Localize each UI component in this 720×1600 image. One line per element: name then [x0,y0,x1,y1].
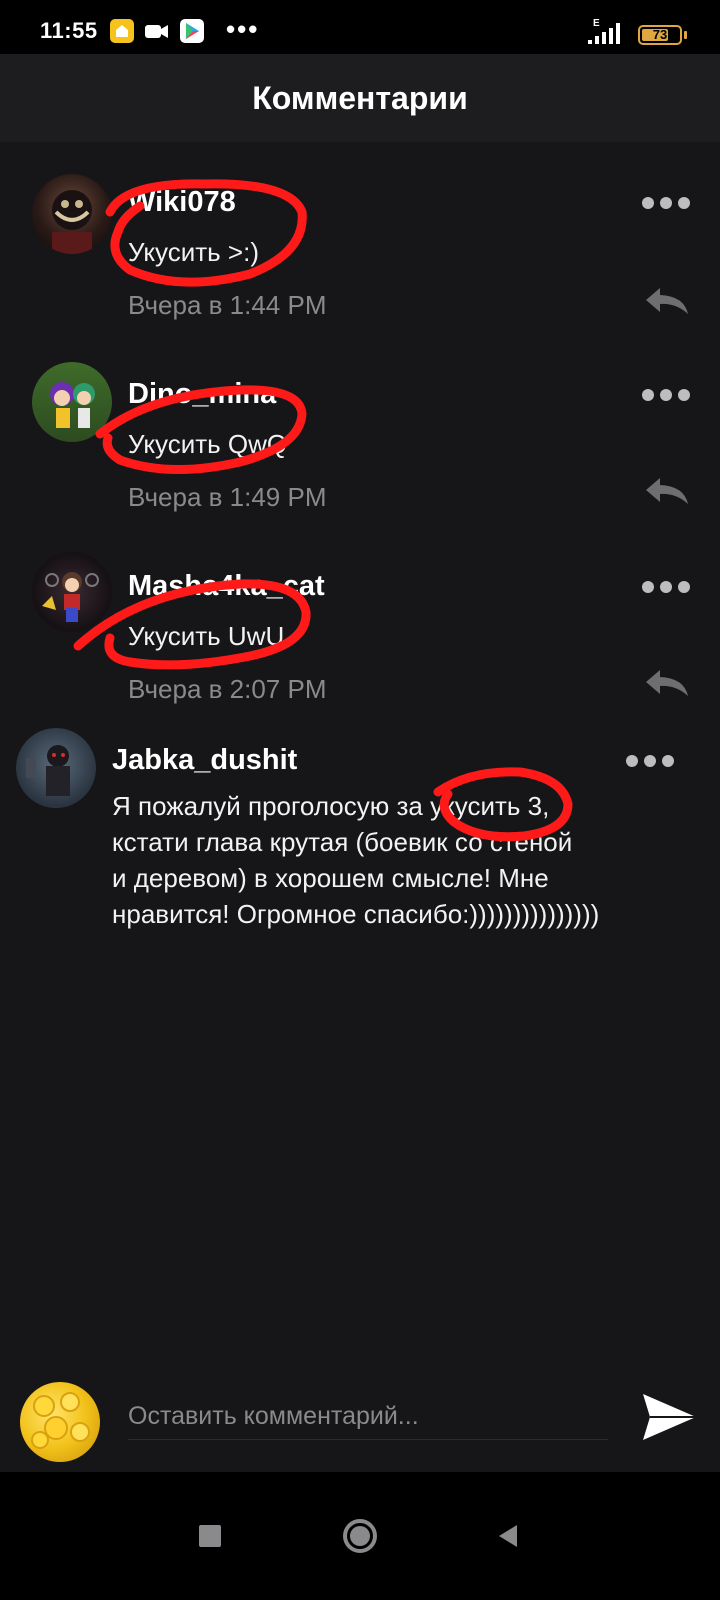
comment-item: Wiki078 Укусить >:) Вчера в 1:44 PM [0,168,720,338]
play-store-icon [180,19,204,43]
user-avatar[interactable] [32,362,112,442]
page-title: Комментарии [252,80,468,116]
status-bar: 11:55 ••• E 73 [0,0,720,54]
circle-icon [343,1519,377,1553]
more-options-button[interactable] [642,576,690,598]
comment-timestamp: Вчера в 2:07 PM [128,674,327,704]
reply-icon[interactable] [644,668,690,698]
app-header: Комментарии [0,54,720,142]
battery-tip [684,31,687,39]
more-options-button[interactable] [642,192,690,214]
status-time: 11:55 [40,18,98,43]
battery-level: 73 [652,27,668,42]
home-button[interactable] [336,1512,384,1560]
back-button[interactable] [484,1512,532,1560]
comment-username[interactable]: Jabka_dushit [112,744,297,777]
comment-text: Укусить UwU [128,621,285,651]
battery-icon: 73 [638,25,682,45]
comment-username[interactable]: Masha4ka_cat [128,570,325,603]
more-options-button[interactable] [626,750,674,772]
system-navigation-bar [0,1472,720,1600]
comment-item: Dino_mina Укусить QwQ Вчера в 1:49 PM [0,360,720,530]
comment-timestamp: Вчера в 1:44 PM [128,290,327,320]
comment-input-bar [0,1374,720,1472]
comment-item: Jabka_dushit Я пожалуй проголосую за уку… [0,728,720,958]
send-icon[interactable] [640,1390,698,1444]
comment-username[interactable]: Wiki078 [128,186,236,219]
comment-text-line: и деревом) в хорошем смысле! Мне [112,863,549,893]
comment-timestamp: Вчера в 1:49 PM [128,482,327,512]
more-options-button[interactable] [642,384,690,406]
comment-username[interactable]: Dino_mina [128,378,276,411]
signal-icon [588,23,620,44]
comment-input[interactable] [128,1394,608,1440]
comment-text: Укусить >:) [128,237,259,267]
user-avatar[interactable] [16,728,96,808]
comment-text-line: кстати глава крутая (боевик со стеной [112,827,573,857]
reply-icon[interactable] [644,476,690,506]
comment-item: Masha4ka_cat Укусить UwU Вчера в 2:07 PM [0,552,720,722]
square-icon [199,1525,221,1547]
user-avatar[interactable] [32,552,112,632]
comment-text-line: нравится! Огромное спасибо:)))))))))))))… [112,899,600,929]
video-camera-app-icon [144,19,168,43]
triangle-back-icon [499,1525,517,1547]
more-notifications-icon: ••• [226,14,260,44]
comment-text: Укусить QwQ [128,429,288,459]
my-avatar[interactable] [20,1382,100,1462]
comments-list[interactable]: Wiki078 Укусить >:) Вчера в 1:44 PM Dino… [0,142,720,1472]
reply-icon[interactable] [644,286,690,316]
user-avatar[interactable] [32,174,112,254]
recent-apps-button[interactable] [186,1512,234,1560]
home-app-icon [110,19,134,43]
comment-text-line: Я пожалуй проголосую за укусить 3, [112,791,550,821]
